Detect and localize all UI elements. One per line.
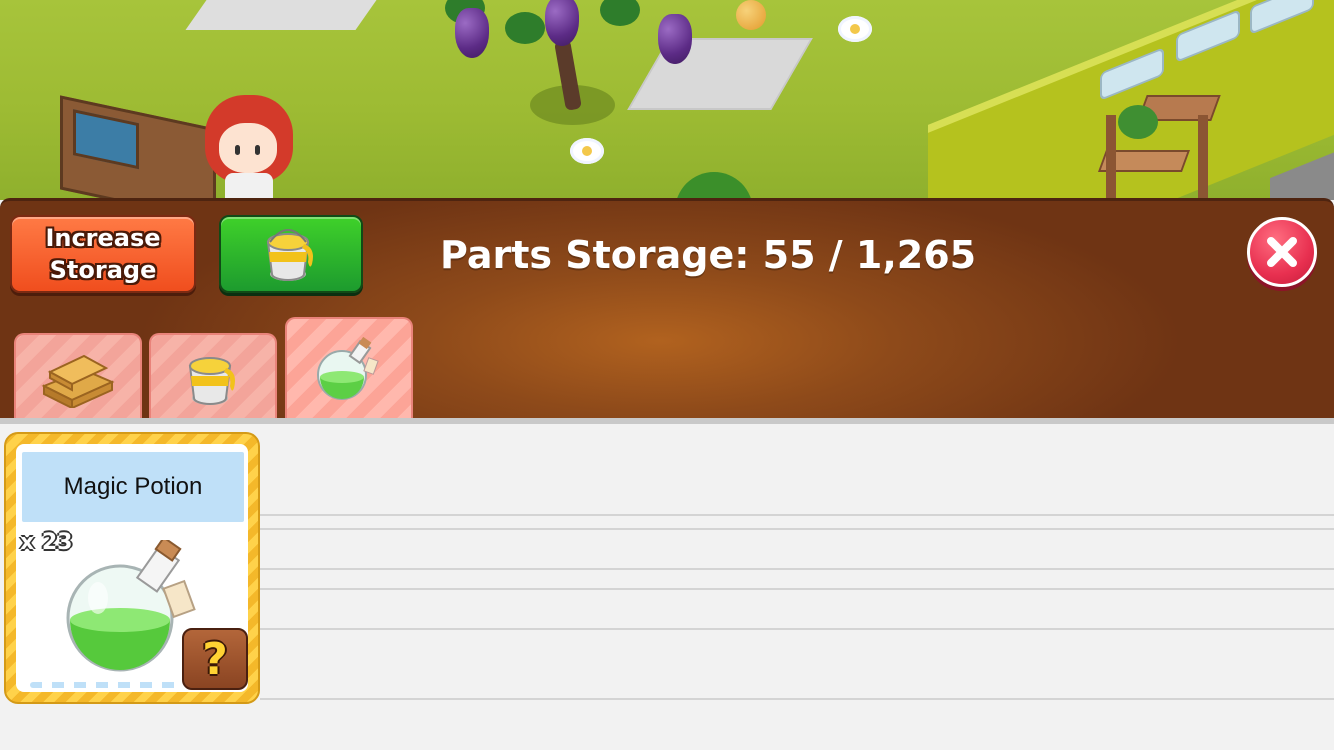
progress-dots [30, 682, 180, 688]
player-character[interactable] [205, 95, 295, 200]
grape-bunch [455, 8, 489, 58]
wood-planks-icon [41, 354, 115, 408]
item-name: Magic Potion [22, 452, 244, 522]
list-top-divider [0, 418, 1334, 424]
game-world-background [0, 0, 1334, 200]
row-divider [260, 588, 1334, 590]
potted-plant [1118, 105, 1158, 139]
flower [838, 16, 872, 42]
storage-separator: / [828, 233, 843, 277]
leaf [505, 12, 545, 44]
increase-storage-label: Increase Storage [45, 224, 161, 284]
storage-used: 55 [762, 233, 816, 277]
grape-bunch [545, 0, 579, 46]
paint-bucket-icon [266, 229, 313, 281]
tab-wood[interactable] [14, 333, 142, 421]
row-divider [260, 528, 1334, 530]
row-divider [260, 698, 1334, 700]
tab-paint[interactable] [149, 333, 277, 421]
paint-button[interactable] [219, 215, 363, 293]
item-card-body: Magic Potion x 23 ? [16, 444, 248, 692]
wooden-crate [60, 95, 216, 200]
potion-icon [317, 337, 379, 400]
row-divider [260, 568, 1334, 570]
tab-potion[interactable] [285, 317, 413, 421]
close-icon [1267, 237, 1297, 267]
paint-bucket-icon [188, 357, 235, 405]
row-divider [260, 514, 1334, 516]
increase-storage-button[interactable]: Increase Storage [10, 215, 196, 293]
row-divider [260, 628, 1334, 630]
item-card[interactable]: Magic Potion x 23 ? [4, 432, 260, 704]
flower [570, 138, 604, 164]
storage-title-label: Parts Storage: [440, 233, 750, 277]
bush [675, 172, 753, 200]
grape-bunch [658, 14, 692, 64]
orange-fruit [736, 0, 766, 30]
item-info-button[interactable]: ? [182, 628, 248, 690]
storage-capacity: 1,265 [855, 233, 977, 277]
storage-title: Parts Storage: 55 / 1,265 [440, 233, 976, 277]
wooden-shelf [1097, 95, 1221, 200]
leaf [600, 0, 640, 26]
stone-tile [627, 38, 813, 110]
close-button[interactable] [1247, 217, 1317, 287]
stone-path [185, 0, 405, 30]
storage-panel: Increase Storage Parts Storage: 55 / 1,2… [0, 198, 1334, 421]
